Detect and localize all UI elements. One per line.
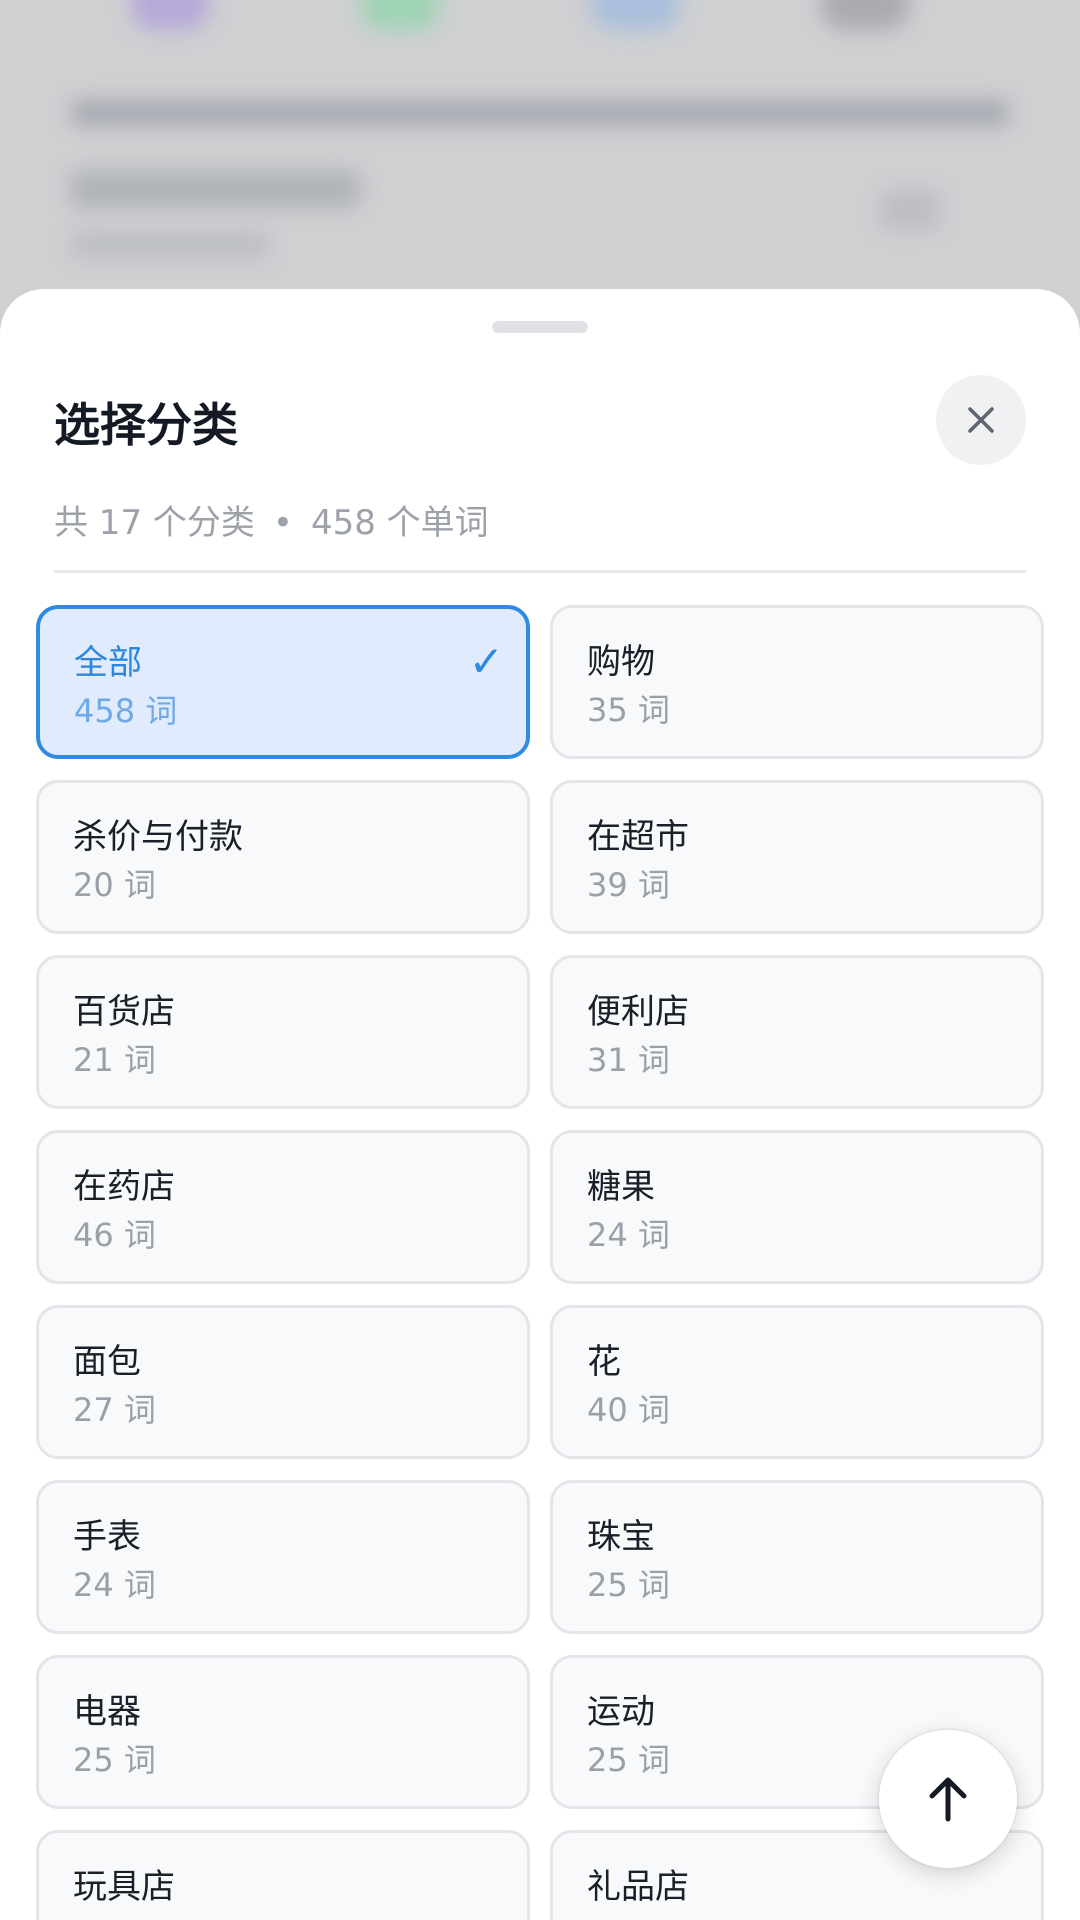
category-name: 礼品店 <box>587 1867 689 1907</box>
category-name: 珠宝 <box>587 1517 655 1557</box>
category-count: 20 词 <box>73 866 156 904</box>
category-count: 25 词 <box>587 1566 670 1604</box>
category-name: 花 <box>587 1342 621 1382</box>
category-card-selected[interactable]: 全部 458 词 ✓ <box>36 605 530 759</box>
sheet-title: 选择分类 <box>54 398 238 452</box>
category-count: 46 词 <box>73 1216 156 1254</box>
category-card[interactable]: 在超市 39 词 <box>550 780 1044 934</box>
category-card[interactable]: 玩具店 <box>36 1830 530 1920</box>
category-card[interactable]: 杀价与付款 20 词 <box>36 780 530 934</box>
category-count: 39 词 <box>587 866 670 904</box>
checkmark-icon: ✓ <box>468 637 504 686</box>
category-name: 手表 <box>73 1517 141 1557</box>
category-card[interactable]: 手表 24 词 <box>36 1480 530 1634</box>
category-card[interactable]: 珠宝 25 词 <box>550 1480 1044 1634</box>
category-summary: 共 17 个分类 • 458 个单词 <box>54 495 489 544</box>
category-count: 27 词 <box>73 1391 156 1429</box>
category-name: 玩具店 <box>73 1867 175 1907</box>
category-card[interactable]: 糖果 24 词 <box>550 1130 1044 1284</box>
category-count: 21 词 <box>73 1041 156 1079</box>
category-count: 40 词 <box>587 1391 670 1429</box>
word-total: 458 个单词 <box>310 503 489 543</box>
category-card[interactable]: 面包 27 词 <box>36 1305 530 1459</box>
close-icon <box>968 407 994 433</box>
category-card[interactable]: 百货店 21 词 <box>36 955 530 1109</box>
category-name: 在超市 <box>587 817 689 857</box>
close-button[interactable] <box>936 375 1026 465</box>
category-bottom-sheet: 选择分类 共 17 个分类 • 458 个单词 全部 458 词 ✓ 购物 35 词 杀价… <box>0 289 1080 1920</box>
category-card[interactable]: 在药店 46 词 <box>36 1130 530 1284</box>
summary-separator: • <box>272 503 293 543</box>
category-count: 25 词 <box>73 1741 156 1779</box>
scroll-to-top-button[interactable] <box>879 1730 1017 1868</box>
sheet-drag-handle[interactable] <box>492 321 588 333</box>
category-count: 35 词 <box>587 691 670 729</box>
category-card[interactable]: 便利店 31 词 <box>550 955 1044 1109</box>
category-count: 24 词 <box>587 1216 670 1254</box>
category-grid: 全部 458 词 ✓ 购物 35 词 杀价与付款 20 词 在超市 39 词 百货店 21 … <box>36 605 1044 1920</box>
category-name: 购物 <box>587 642 655 682</box>
category-name: 在药店 <box>73 1167 175 1207</box>
category-name: 电器 <box>73 1692 141 1732</box>
divider <box>54 570 1026 573</box>
category-card[interactable]: 花 40 词 <box>550 1305 1044 1459</box>
category-name: 便利店 <box>587 992 689 1032</box>
category-name: 百货店 <box>73 992 175 1032</box>
category-count: 458 词 <box>74 692 178 730</box>
category-card[interactable]: 电器 25 词 <box>36 1655 530 1809</box>
arrow-up-icon <box>929 1777 967 1822</box>
category-count: 24 词 <box>73 1566 156 1604</box>
category-name: 运动 <box>587 1692 655 1732</box>
category-name: 杀价与付款 <box>73 817 243 857</box>
category-total: 共 17 个分类 <box>54 503 255 543</box>
category-card[interactable]: 购物 35 词 <box>550 605 1044 759</box>
category-name: 面包 <box>73 1342 141 1382</box>
category-count: 31 词 <box>587 1041 670 1079</box>
category-name: 糖果 <box>587 1167 655 1207</box>
background-app-blurred <box>0 0 1080 320</box>
category-name: 全部 <box>74 643 142 683</box>
